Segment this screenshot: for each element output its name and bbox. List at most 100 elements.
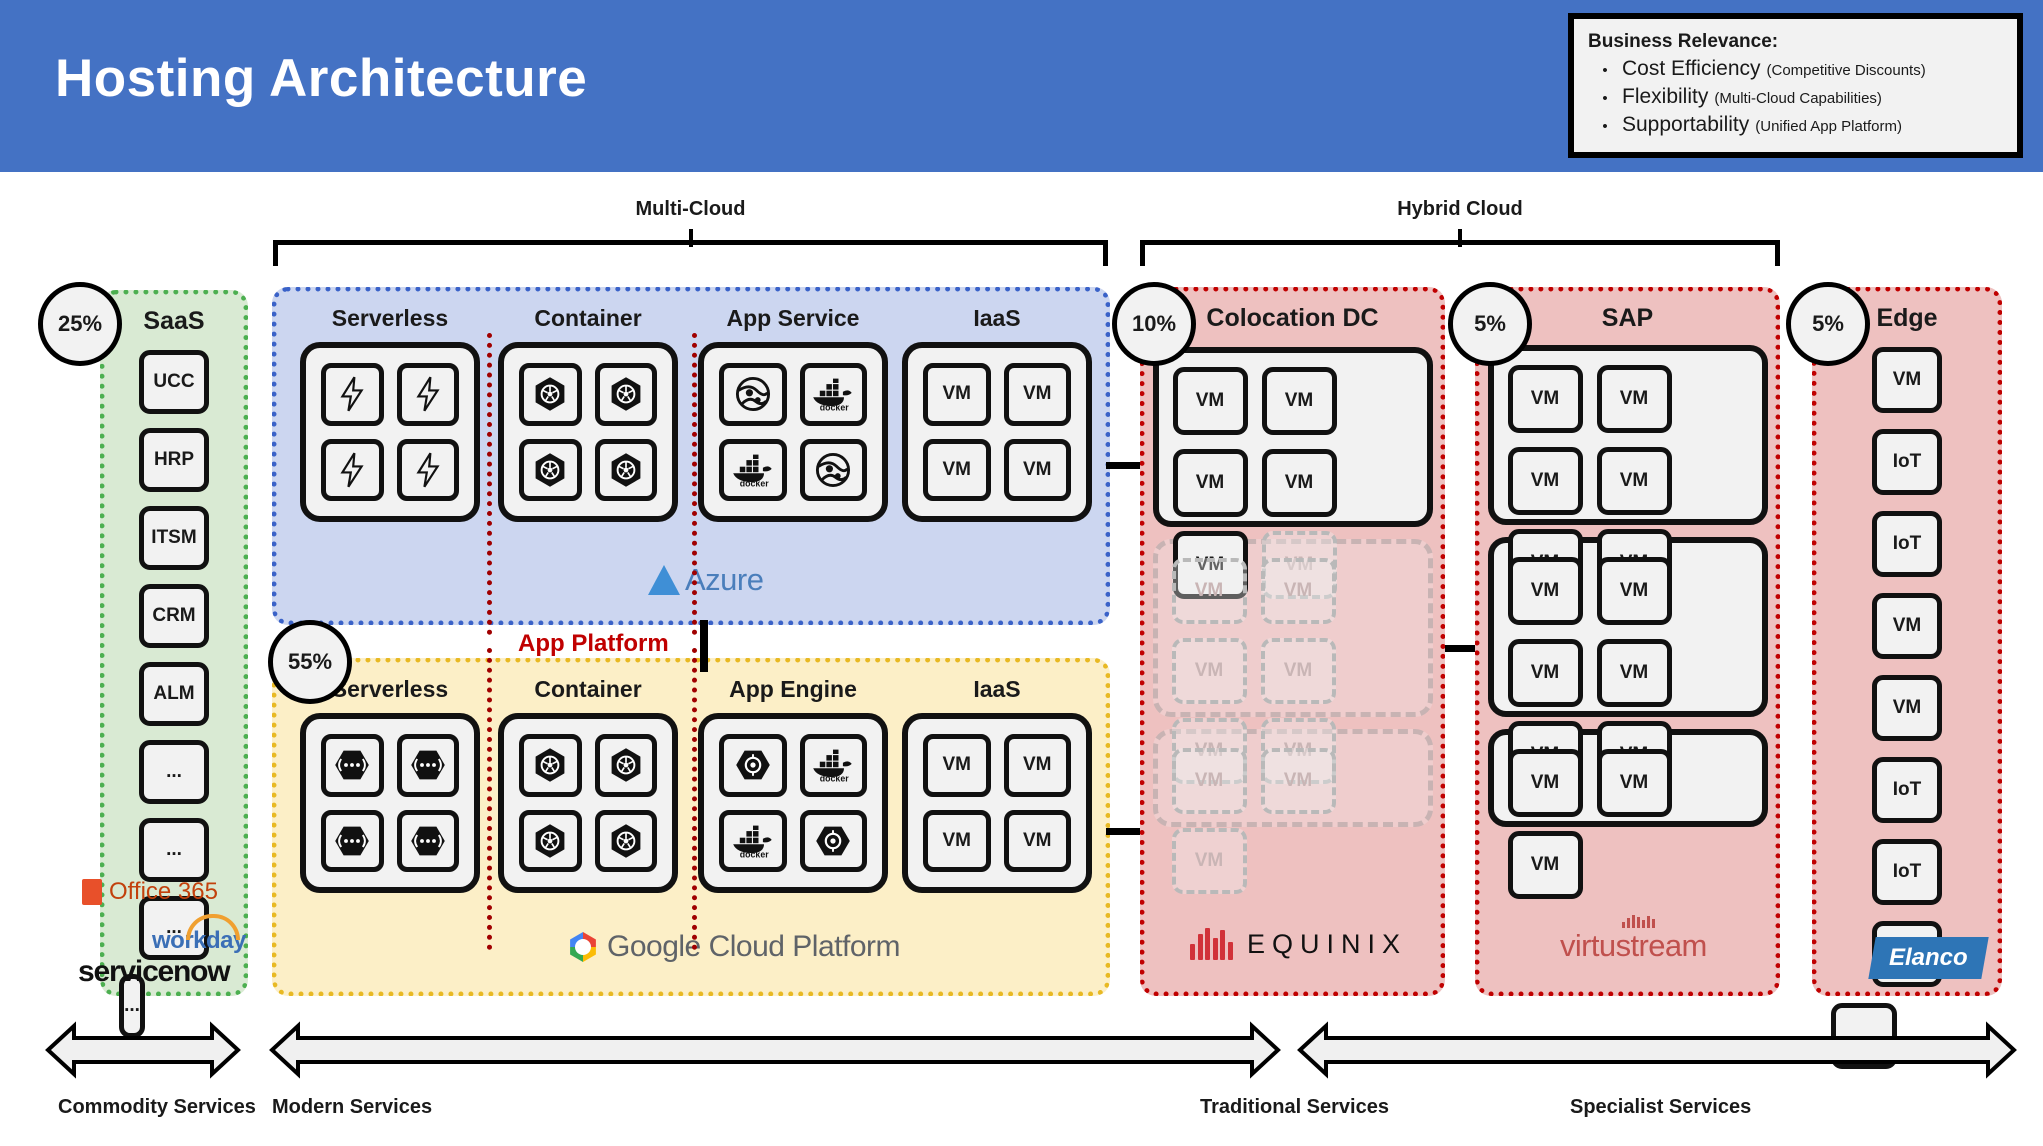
app-platform-boundary-left-upper [487,333,492,635]
cloud-function-icon[interactable] [396,809,459,872]
gcp-hex-icon [570,932,596,962]
service-title: IaaS [973,305,1021,331]
vm-tile[interactable]: VM [1596,447,1672,515]
kubernetes-icon[interactable] [594,809,657,872]
cloud-function-icon[interactable] [321,734,384,797]
kubernetes-icon[interactable] [594,363,657,426]
kubernetes-icon[interactable] [519,438,582,501]
bracket-tick [1458,229,1462,247]
badge-gcp-percentage: 55% [268,620,352,704]
list-item[interactable]: CRM [139,584,209,648]
vm-tile[interactable]: VM [1003,363,1071,426]
edge-tile[interactable]: IoT [1872,757,1942,823]
vm-tile-ghost: VM [1171,558,1247,624]
office365-mark-icon [82,879,102,905]
cloud-function-icon[interactable] [396,734,459,797]
column-edge[interactable]: Edge VM IoT IoT VM VM IoT IoT VM ... [1812,287,2002,1069]
logo-workday: workday [152,914,246,955]
edge-tile[interactable]: IoT [1872,511,1942,577]
bullet-icon: • [1602,62,1608,79]
vm-tile[interactable]: VM [1596,639,1672,707]
business-relevance-sub: (Unified App Platform) [1755,118,1902,135]
vm-tile[interactable]: VM [1507,447,1583,515]
edge-tile[interactable]: VM [1872,675,1942,741]
cloud-function-icon[interactable] [321,809,384,872]
arrow-label-modern: Modern Services [272,1096,433,1118]
docker-icon[interactable]: docker [799,734,867,797]
docker-icon[interactable]: docker [719,438,787,501]
service-tile-group: docker docker [698,713,888,893]
logo-azure: Azure [648,562,764,598]
business-relevance-label: Supportability [1622,113,1750,136]
kubernetes-icon[interactable] [519,734,582,797]
vm-tile[interactable]: VM [1596,749,1672,817]
vm-tile[interactable]: VM [1507,749,1583,817]
logo-elanco: Elanco [1868,937,1989,979]
list-item[interactable]: ITSM [139,506,209,570]
service-gcp-container[interactable]: Container [498,676,678,893]
kubernetes-icon[interactable] [594,734,657,797]
azure-function-bolt-icon[interactable] [396,438,459,501]
service-tile-group [300,342,480,522]
vm-tile[interactable]: VM [1596,365,1672,433]
vm-tile[interactable]: VM [1507,639,1583,707]
list-item[interactable]: HRP [139,428,209,492]
service-gcp-serverless[interactable]: Serverless [300,676,480,893]
kubernetes-icon[interactable] [519,363,582,426]
vm-tile[interactable]: VM [1596,557,1672,625]
svg-text:docker: docker [740,849,769,858]
vm-tile[interactable]: VM [1003,809,1071,872]
vm-tile[interactable]: VM [923,363,991,426]
docker-icon[interactable]: docker [799,363,867,426]
app-engine-icon[interactable] [799,809,867,872]
page-title: Hosting Architecture [55,49,588,108]
arrow-specialist-services [1297,1021,2017,1079]
vm-tile[interactable]: VM [1507,365,1583,433]
service-title: App Service [726,305,860,331]
app-platform-boundary-right-upper [692,333,697,635]
logo-virtustream: virtustream [1560,915,1707,964]
service-azure-app-service[interactable]: App Service docker docker [698,305,888,522]
service-azure-container[interactable]: Container [498,305,678,522]
list-item[interactable]: ALM [139,662,209,726]
service-azure-iaas[interactable]: IaaS VM VM VM VM [902,305,1092,522]
vm-tile[interactable]: VM [923,734,991,797]
vm-tile[interactable]: VM [1507,557,1583,625]
arrow-label-traditional: Traditional Services [1200,1096,1389,1118]
service-gcp-iaas[interactable]: IaaS VM VM VM VM [902,676,1092,893]
azure-function-bolt-icon[interactable] [321,438,384,501]
list-item[interactable]: ... [139,818,209,882]
vm-tile[interactable]: VM [1003,438,1071,501]
kubernetes-icon[interactable] [519,809,582,872]
service-azure-serverless[interactable]: Serverless [300,305,480,522]
app-engine-icon[interactable] [719,734,787,797]
azure-function-bolt-icon[interactable] [321,363,384,426]
vm-tile[interactable]: VM [1261,367,1337,435]
service-gcp-app-engine[interactable]: App Engine docker docker [698,676,888,893]
column-colocation-dc[interactable]: Colocation DC VM VM VM VM VM VM VM VM VM… [1140,287,1445,996]
service-tile-group: VM VM VM VM [902,713,1092,893]
vm-tile[interactable]: VM [1172,367,1248,435]
app-platform-boundary-left-lower [487,648,492,950]
svg-text:docker: docker [740,478,769,487]
azure-function-bolt-icon[interactable] [396,363,459,426]
edge-tile[interactable]: VM [1872,593,1942,659]
service-title: IaaS [973,676,1021,702]
docker-icon[interactable]: docker [719,809,787,872]
vm-tile[interactable]: VM [1261,449,1337,517]
column-sap[interactable]: SAP VM VM VM VM VM VM VM VM VM VM VM VM … [1475,287,1780,996]
vm-tile[interactable]: VM [1003,734,1071,797]
vm-tile[interactable]: VM [1507,831,1583,899]
list-item[interactable]: UCC [139,350,209,414]
vm-tile[interactable]: VM [1172,449,1248,517]
edge-tile[interactable]: IoT [1872,839,1942,905]
bottom-arrows [45,1021,2017,1079]
vm-tile[interactable]: VM [923,809,991,872]
vm-tile[interactable]: VM [923,438,991,501]
edge-tile[interactable]: IoT [1872,429,1942,495]
app-service-globe-icon[interactable] [719,363,787,426]
kubernetes-icon[interactable] [594,438,657,501]
edge-tile[interactable]: VM [1872,347,1942,413]
list-item[interactable]: ... [139,740,209,804]
app-service-globe-icon[interactable] [799,438,867,501]
